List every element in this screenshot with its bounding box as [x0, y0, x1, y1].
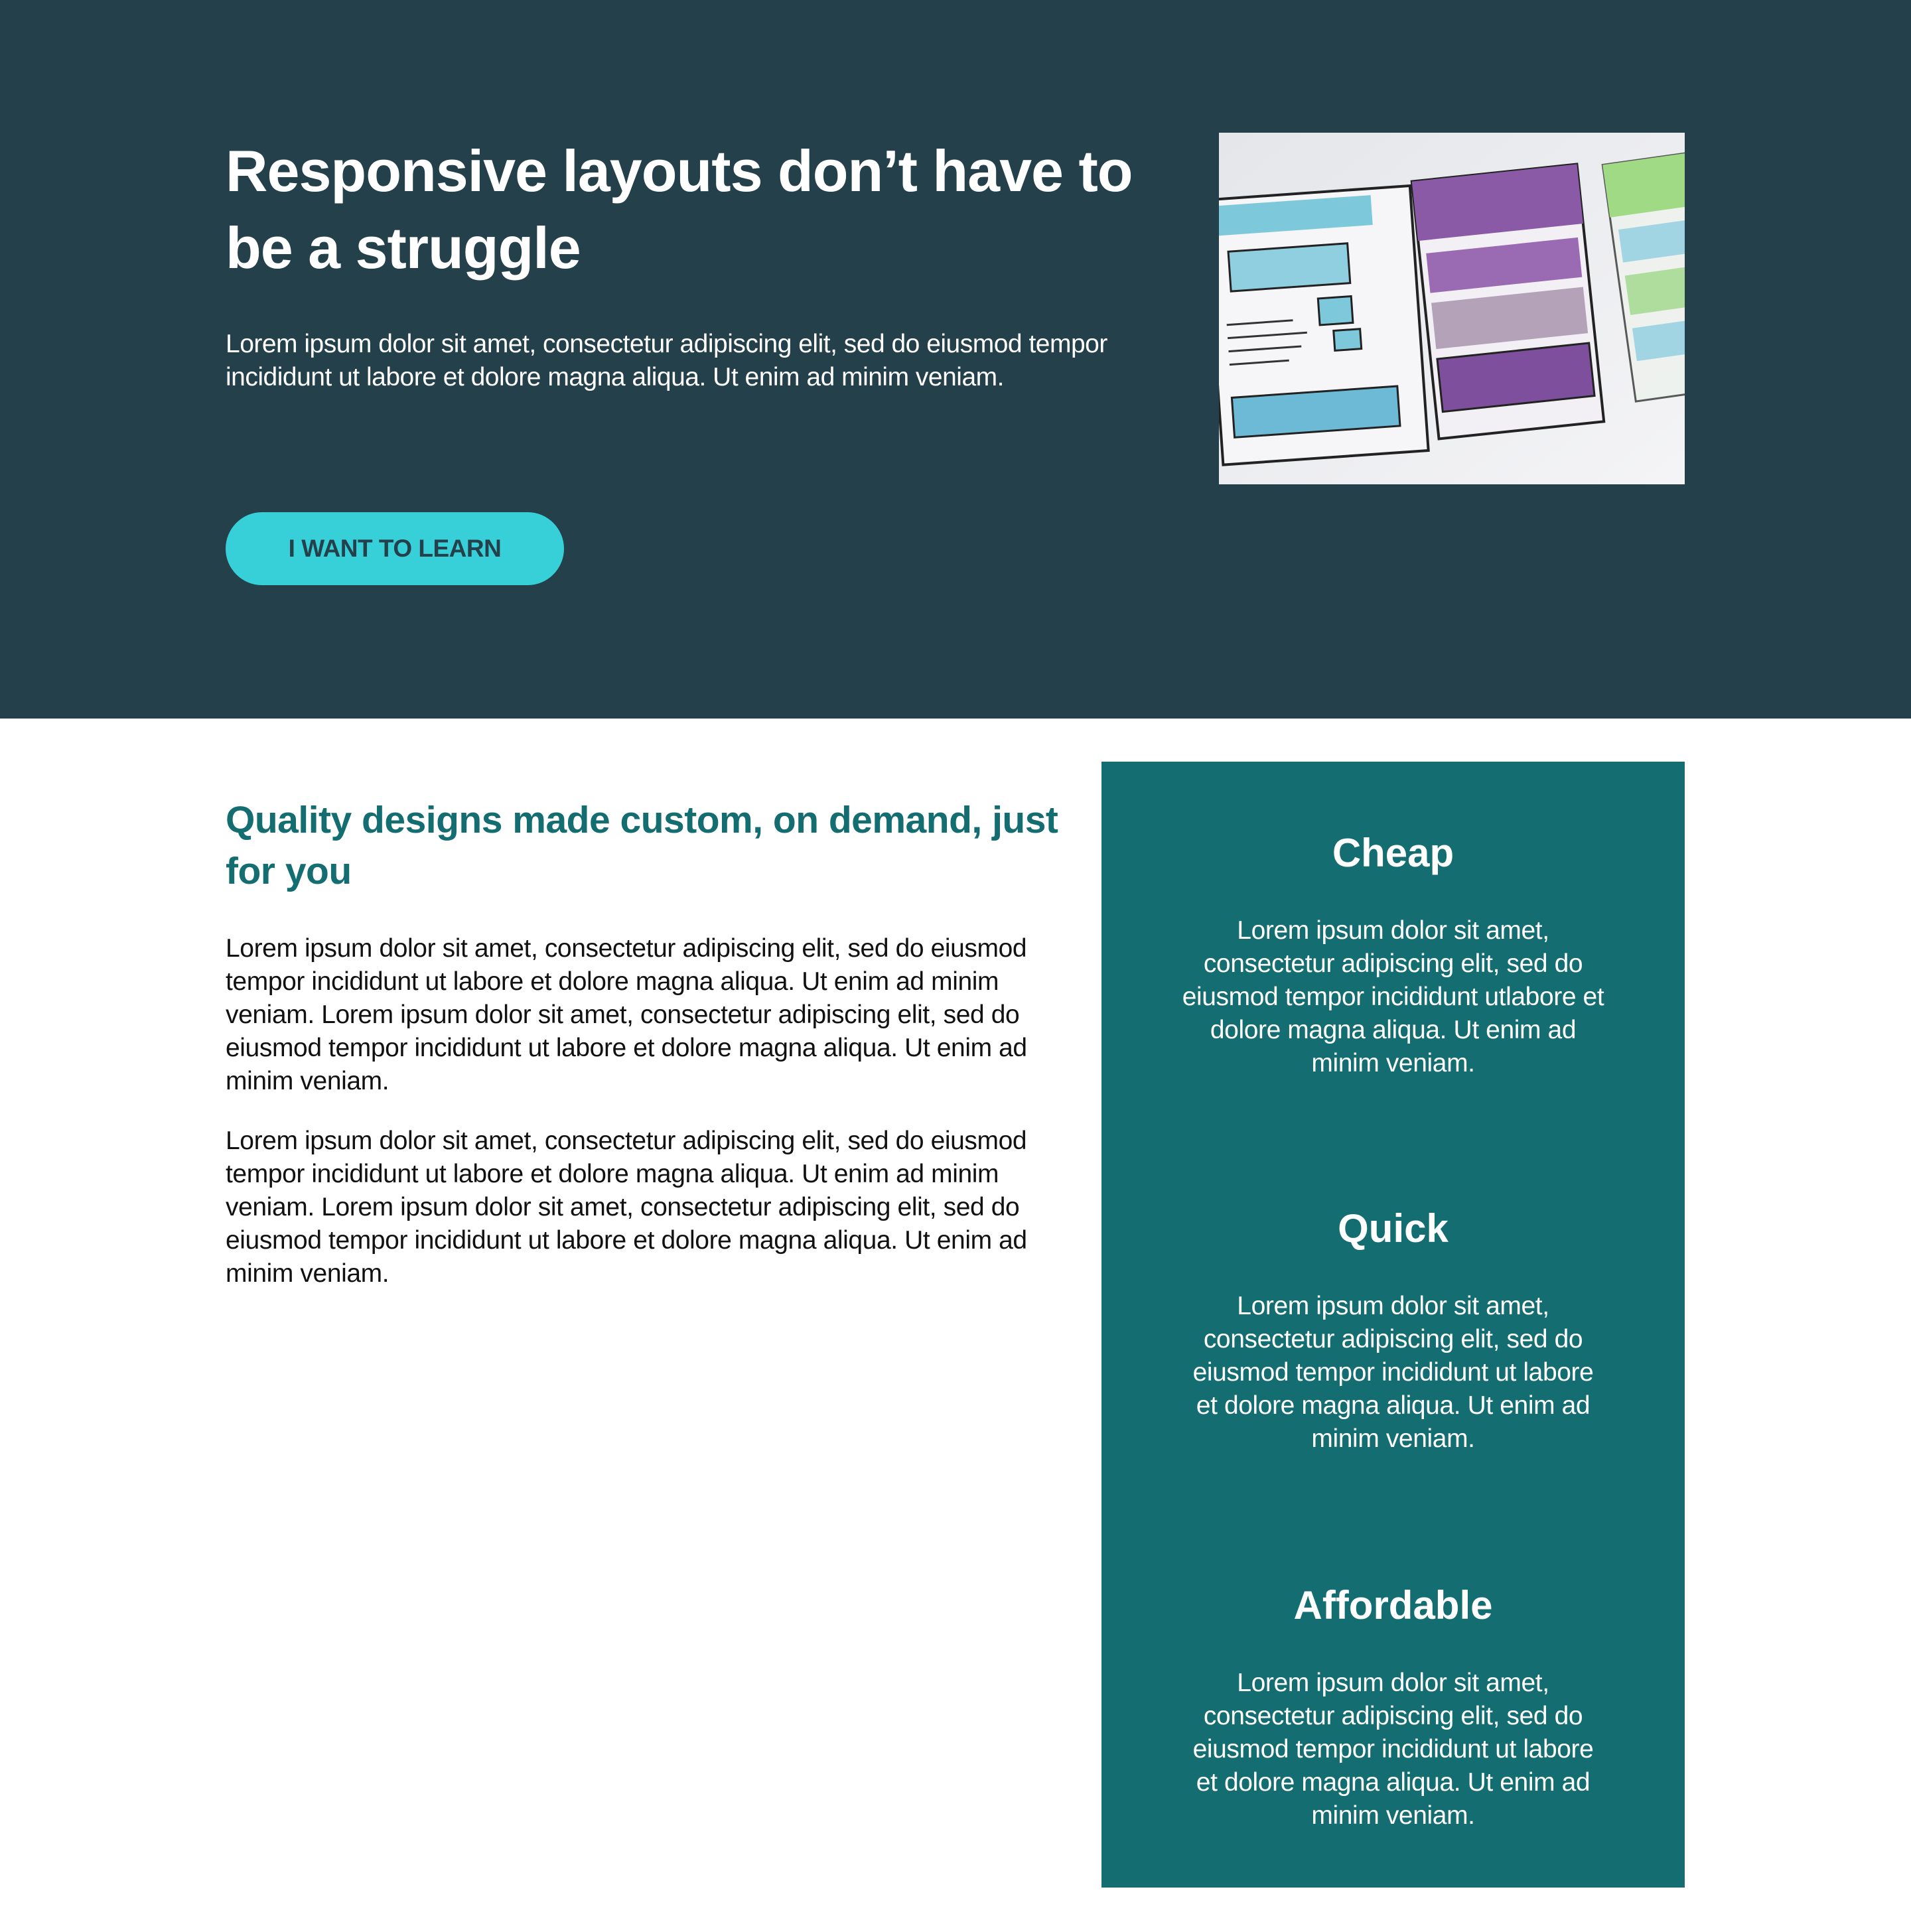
body-paragraph: Lorem ipsum dolor sit amet, consectetur … [226, 1127, 1027, 1288]
learn-button[interactable]: I WANT TO LEARN [226, 512, 564, 585]
feature-quick: Quick Lorem ipsum dolor sit amet, consec… [1101, 1202, 1685, 1456]
body-paragraph: Lorem ipsum dolor sit amet, consectetur … [226, 934, 1027, 1095]
section-title: Quality designs made custom, on demand, … [226, 799, 1058, 892]
wireframe-sketch-icon [1219, 133, 1685, 484]
feature-title: Cheap [1332, 831, 1454, 875]
wireframe-sketch-image [1219, 133, 1685, 484]
features-panel: Cheap Lorem ipsum dolor sit amet, consec… [1101, 762, 1685, 1888]
feature-cheap: Cheap Lorem ipsum dolor sit amet, consec… [1101, 827, 1685, 1080]
feature-title: Quick [1338, 1206, 1449, 1251]
feature-text: Lorem ipsum dolor sit amet, consectetur … [1192, 1669, 1594, 1830]
feature-text: Lorem ipsum dolor sit amet, consectetur … [1182, 916, 1604, 1077]
hero-section: Responsive layouts don’t have to be a st… [0, 0, 1911, 719]
hero-title: Responsive layouts don’t have to be a st… [226, 138, 1133, 281]
hero-text: Lorem ipsum dolor sit amet, consectetur … [226, 330, 1107, 391]
feature-text: Lorem ipsum dolor sit amet, consectetur … [1192, 1292, 1594, 1453]
feature-title: Affordable [1293, 1583, 1493, 1627]
feature-affordable: Affordable Lorem ipsum dolor sit amet, c… [1101, 1579, 1685, 1832]
